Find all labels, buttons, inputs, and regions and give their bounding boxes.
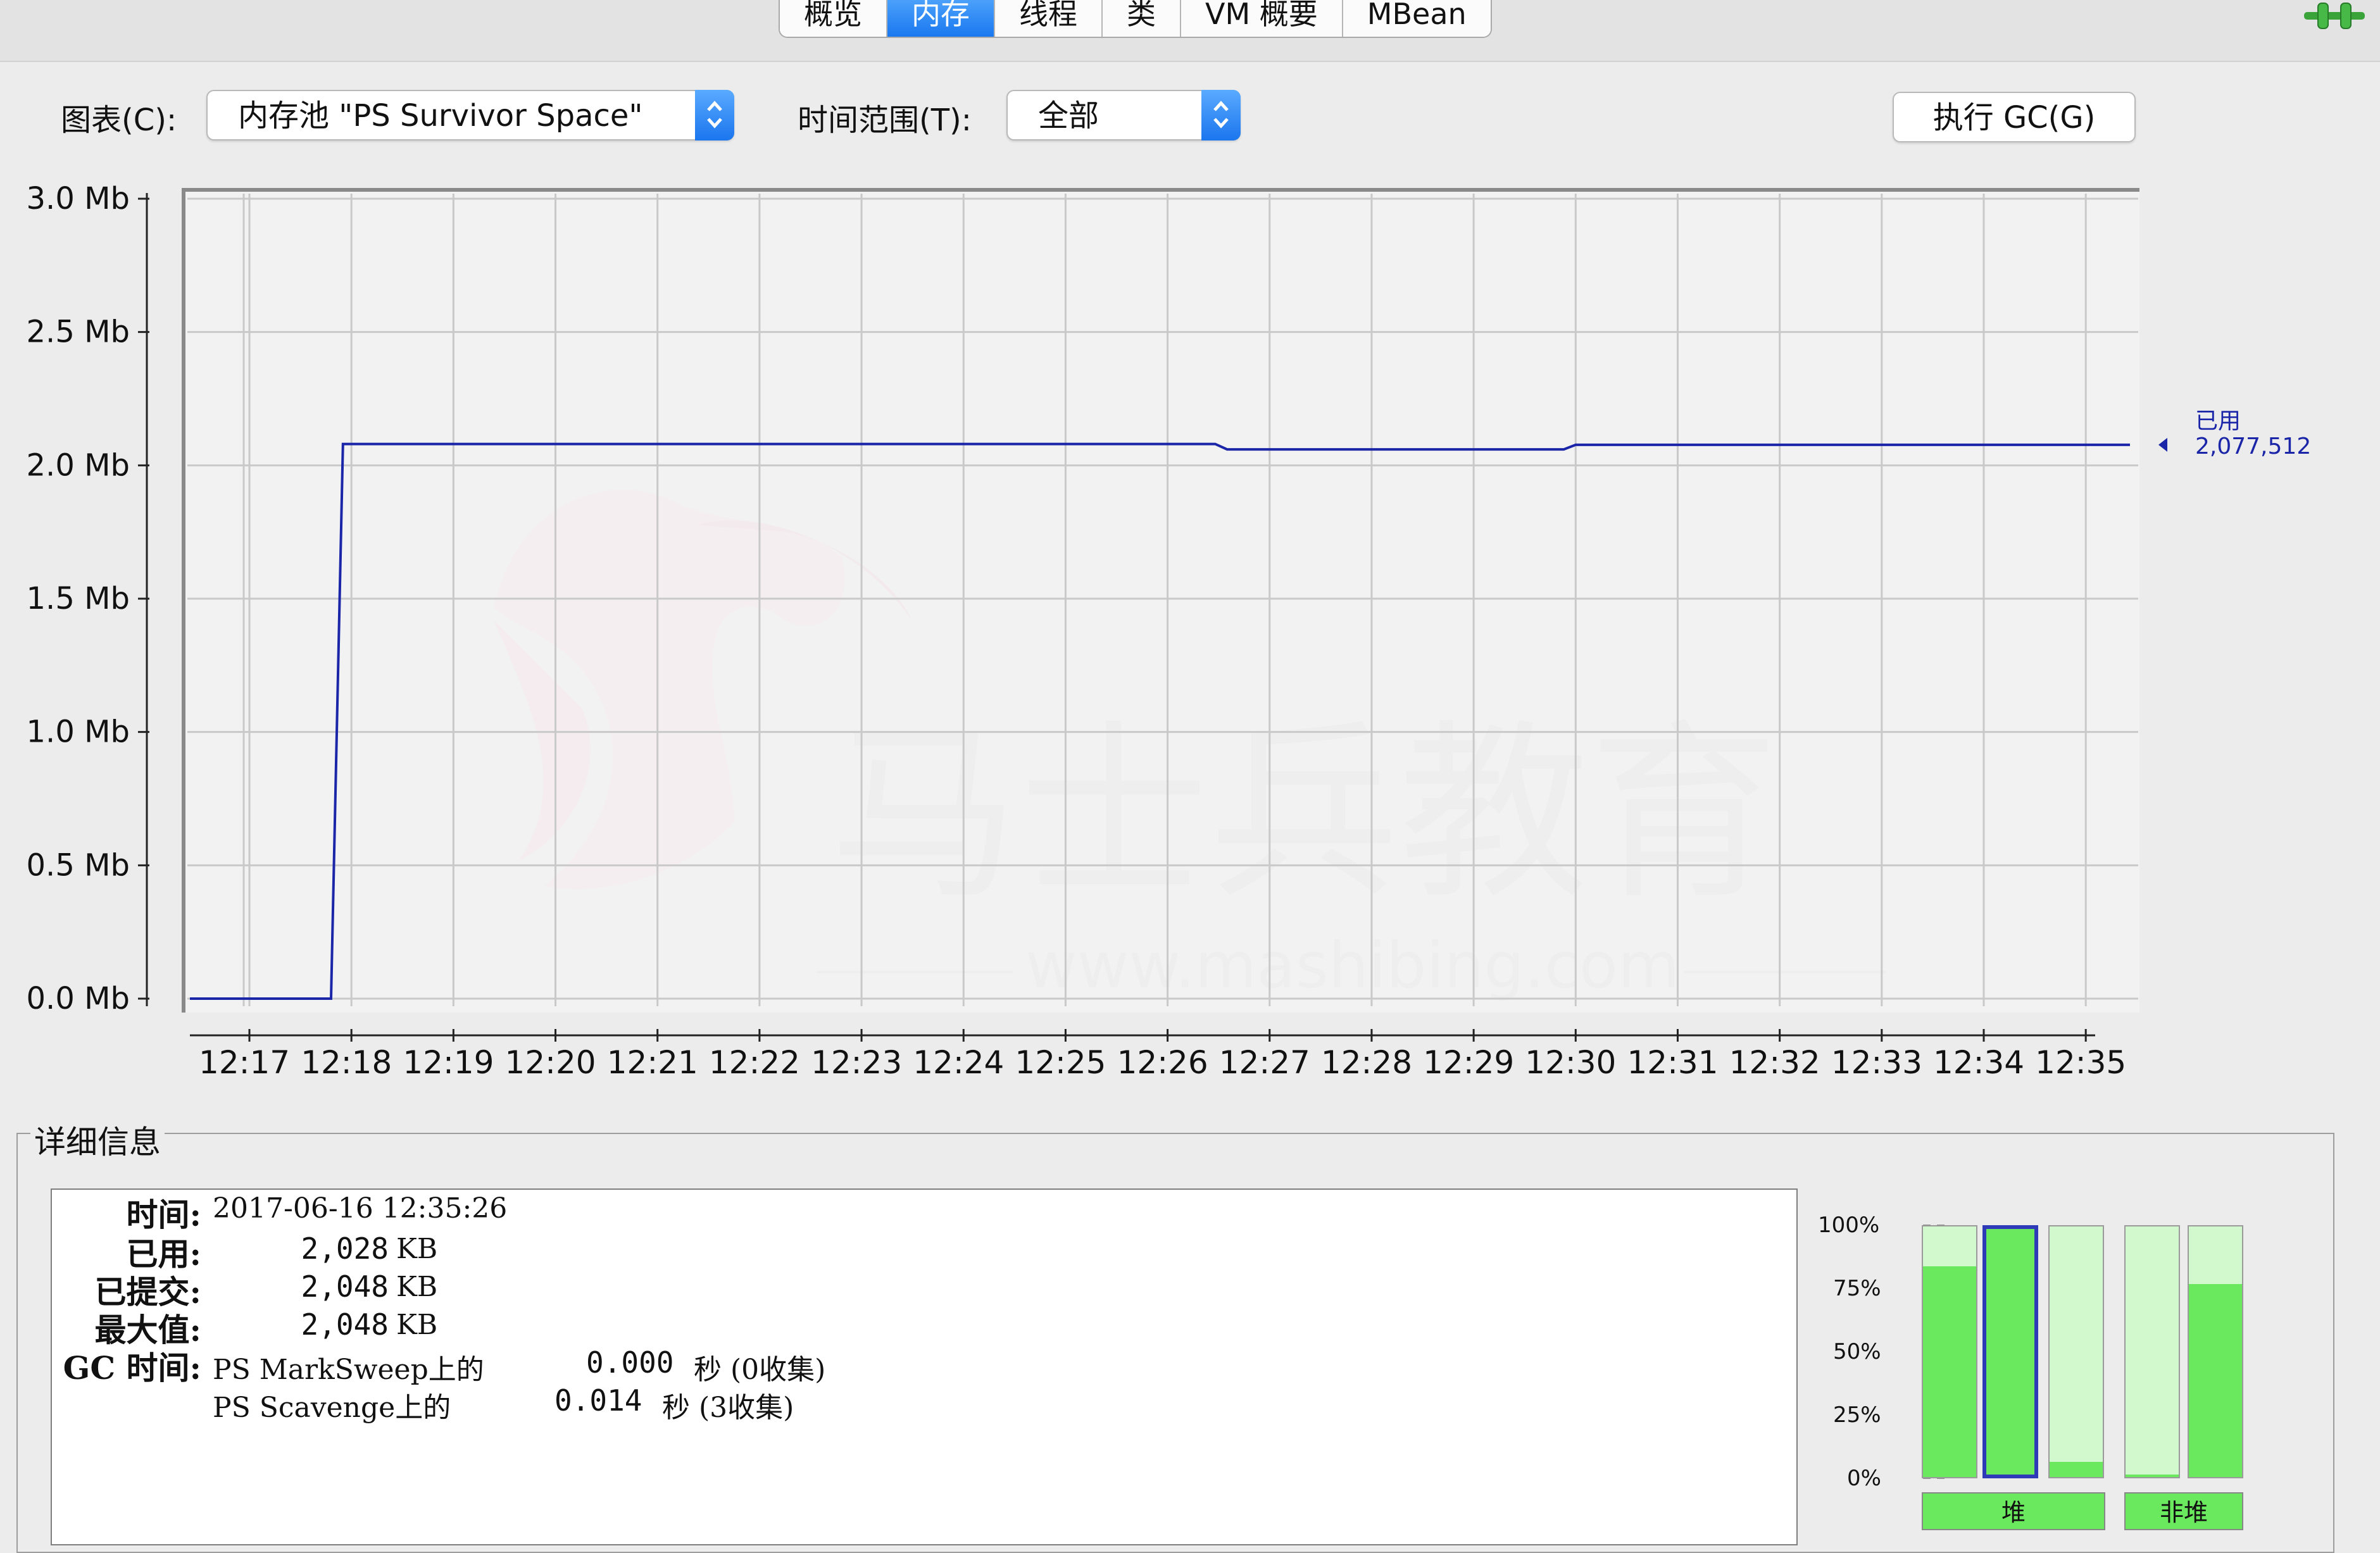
gc-time-label: GC 时间:	[63, 1349, 201, 1387]
x-tick-label: 12:18	[301, 1044, 392, 1081]
details-title: 详细信息	[30, 1117, 165, 1163]
heap-button[interactable]: 堆	[1922, 1492, 2105, 1530]
x-tick-label: 12:23	[811, 1044, 902, 1081]
time-value: 2017-06-16 12:35:26	[213, 1192, 508, 1225]
x-tick-label: 12:24	[913, 1044, 1004, 1081]
tab-memory[interactable]: 内存	[887, 0, 995, 37]
gc2-name: PS Scavenge上的	[213, 1392, 451, 1424]
tab-vm-summary[interactable]: VM 概要	[1181, 0, 1343, 37]
time-range-label: 时间范围(T):	[798, 103, 972, 138]
used-value: 2,028	[301, 1232, 389, 1266]
y-tick-label: 0.0 Mb	[27, 981, 130, 1016]
y-tick-label: 0.5 Mb	[27, 847, 130, 883]
annotation-value: 2,077,512	[2195, 433, 2311, 459]
nonheap-button[interactable]: 非堆	[2124, 1492, 2243, 1530]
x-tick-label: 12:31	[1627, 1044, 1718, 1081]
committed-unit: KB	[396, 1271, 438, 1303]
annotation-marker	[2158, 437, 2167, 452]
x-tick-label: 12:17	[199, 1044, 290, 1081]
x-tick-label: 12:29	[1423, 1044, 1514, 1081]
max-value: 2,048	[301, 1307, 389, 1342]
nonheap-pool-bar-1[interactable]	[2124, 1225, 2180, 1478]
x-tick-label: 12:19	[403, 1044, 494, 1081]
time-range-value: 全部	[1038, 98, 1099, 134]
chevron-updown-icon	[695, 90, 734, 140]
used-unit: KB	[396, 1233, 438, 1265]
x-tick-label: 12:22	[709, 1044, 800, 1081]
x-tick-label: 12:34	[1933, 1044, 2024, 1081]
chart-select[interactable]: 内存池 "PS Survivor Space"	[206, 90, 734, 140]
memory-chart: 马士兵教育 www.mashibing.com 3.0 Mb2.5 Mb2.0 …	[27, 181, 2312, 1081]
gc2-suffix: 秒 (3收集)	[662, 1392, 794, 1424]
x-tick-label: 12:26	[1117, 1044, 1208, 1081]
heap-pool-bar-2[interactable]	[1982, 1225, 2038, 1478]
percent-label: 25%	[1833, 1402, 1881, 1428]
y-tick-label: 2.5 Mb	[27, 315, 130, 350]
chevron-updown-icon	[1201, 90, 1241, 140]
heap-pool-bar-1[interactable]	[1922, 1225, 1977, 1478]
annotation-label: 已用	[2195, 408, 2241, 434]
gc1-name: PS MarkSweep上的	[213, 1354, 484, 1386]
plot-background	[184, 190, 2139, 1013]
x-tick-label: 12:27	[1219, 1044, 1310, 1081]
x-tick-label: 12:32	[1729, 1044, 1820, 1081]
plot-area: 3.0 Mb 2.5 Mb 2.0 Mb 1.5 Mb 1.0 Mb 0.5 Mb 0.0 …	[27, 181, 2312, 1081]
heap-pool-bar-3[interactable]	[2048, 1225, 2104, 1478]
y-tick-label: 1.5 Mb	[27, 581, 130, 616]
tab-classes[interactable]: 类	[1103, 0, 1181, 37]
x-tick-label: 12:21	[607, 1044, 698, 1081]
y-tick-label: 2.0 Mb	[27, 447, 130, 483]
tab-overview[interactable]: 概览	[780, 0, 887, 37]
percent-label: 50%	[1833, 1339, 1881, 1364]
nonheap-pool-bar-2[interactable]	[2188, 1225, 2243, 1478]
tab-bar: 概览 内存 线程 类 VM 概要 MBean	[0, 0, 2380, 62]
y-tick-label: 3.0 Mb	[27, 181, 130, 216]
gc2-value: 0.014	[554, 1383, 642, 1418]
max-unit: KB	[396, 1309, 438, 1341]
x-tick-label: 12:33	[1831, 1044, 1922, 1081]
gc1-suffix: 秒 (0收集)	[694, 1354, 826, 1386]
connection-status-icon	[2304, 3, 2365, 29]
x-tick-label: 12:25	[1015, 1044, 1106, 1081]
tab-threads[interactable]: 线程	[995, 0, 1103, 37]
percent-label: 0%	[1847, 1466, 1881, 1491]
chart-select-label: 图表(C):	[61, 103, 177, 138]
x-tick-label: 12:30	[1525, 1044, 1616, 1081]
percent-label: 100%	[1818, 1213, 1880, 1238]
tab-mbean[interactable]: MBean	[1343, 0, 1491, 37]
x-tick-label: 12:28	[1321, 1044, 1412, 1081]
committed-value: 2,048	[301, 1269, 389, 1304]
y-tick-label: 1.0 Mb	[27, 714, 130, 750]
chart-select-value: 内存池 "PS Survivor Space"	[238, 98, 643, 134]
x-tick-label: 12:35	[2035, 1044, 2126, 1081]
perform-gc-button[interactable]: 执行 GC(G)	[1893, 92, 2136, 142]
tab-group: 概览 内存 线程 类 VM 概要 MBean	[779, 0, 1492, 38]
gc1-value: 0.000	[586, 1345, 674, 1380]
time-range-select[interactable]: 全部	[1006, 90, 1241, 140]
x-tick-label: 12:20	[505, 1044, 596, 1081]
percent-label: 75%	[1833, 1276, 1881, 1301]
